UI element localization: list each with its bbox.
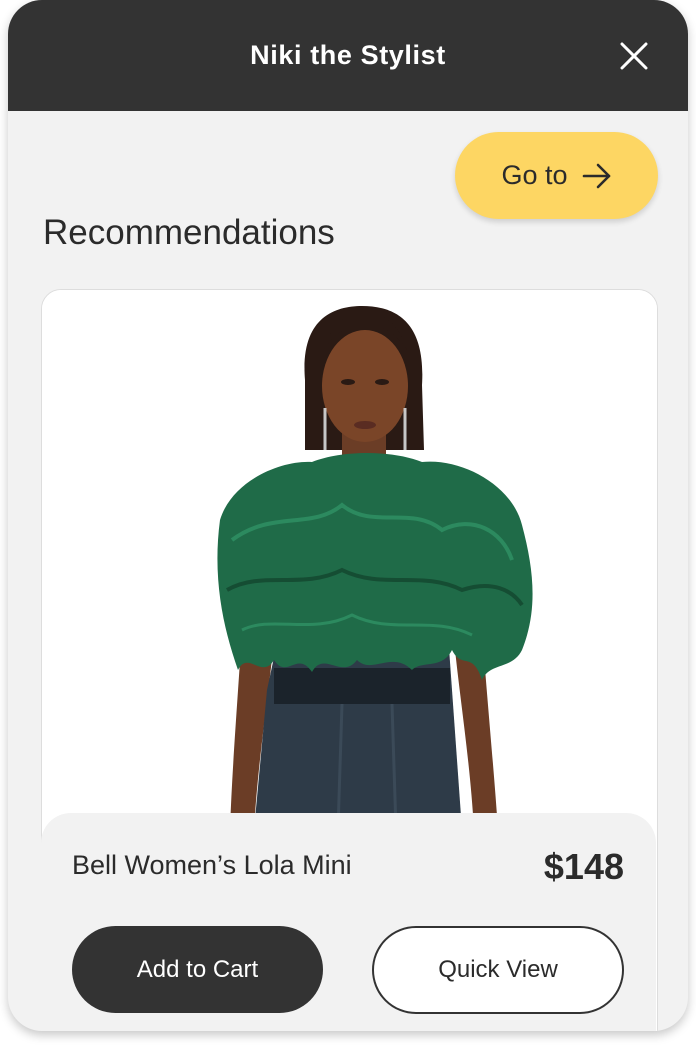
product-info: Bell Women’s Lola Mini $148 Add to Cart … xyxy=(41,813,656,1031)
close-icon xyxy=(620,42,648,70)
arrow-right-icon xyxy=(582,163,610,188)
product-price: $148 xyxy=(543,846,624,887)
recommendations-heading: Recommendations xyxy=(43,213,335,252)
add-to-cart-button[interactable]: Add to Cart xyxy=(72,926,323,1013)
close-button[interactable] xyxy=(618,40,650,72)
product-name[interactable]: Bell Women’s Lola Mini xyxy=(72,850,352,881)
go-to-button[interactable]: Go to xyxy=(455,132,658,219)
panel-header: Niki the Stylist xyxy=(8,0,688,111)
go-to-label: Go to xyxy=(501,160,568,190)
panel-title: Niki the Stylist xyxy=(250,40,446,70)
product-image[interactable] xyxy=(42,290,657,830)
stylist-panel: Niki the Stylist Go to Recommendations B… xyxy=(8,0,688,1031)
quick-view-button[interactable]: Quick View xyxy=(372,926,624,1014)
